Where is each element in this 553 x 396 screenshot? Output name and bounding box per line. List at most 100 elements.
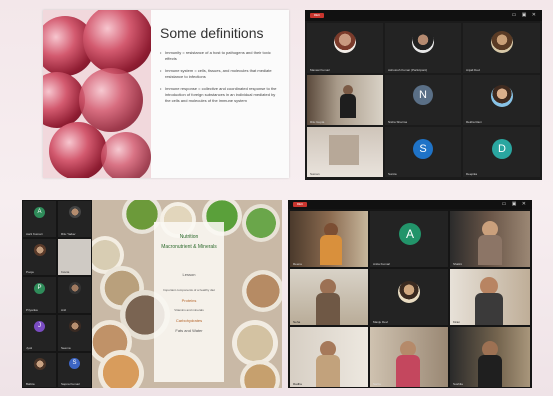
participant-tile[interactable]: S Sapna Kumari (58, 353, 91, 387)
participant-tile[interactable]: Manasi Kumari (307, 23, 383, 73)
participant-tile[interactable]: Babita (23, 353, 56, 387)
participant-name: Pooja (26, 270, 34, 274)
participant-video[interactable]: Kiran (450, 269, 530, 325)
avatar (34, 244, 46, 256)
participant-name: Manasi Kumari (310, 68, 331, 72)
participant-name: Ritu Gupta (310, 120, 325, 124)
avatar (69, 282, 81, 294)
participant-tile[interactable]: D Deepika (463, 127, 540, 177)
slide-label: Lesson (182, 272, 196, 277)
slide-line-3: Vitamins and minerals (174, 308, 204, 312)
participant-tile[interactable]: Ashutosh Kumar (Participant) (385, 23, 461, 73)
participant-tile[interactable]: Anjali Devi (463, 23, 540, 73)
participant-tile[interactable]: A Aarti Kumari (23, 201, 56, 237)
participant-name: Neha (293, 320, 301, 324)
participant-name: Babita (26, 382, 35, 386)
participant-tile[interactable]: Anil (58, 277, 91, 313)
participant-tile[interactable]: S Sunita (385, 127, 461, 177)
participant-name: Reena (293, 262, 302, 266)
participant-name: Anita Kumari (373, 262, 391, 266)
bullet-1: Immunity = resistance of a host to patho… (160, 50, 278, 62)
definitions-slide: Some definitions Immunity = resistance o… (43, 10, 289, 178)
participant-video[interactable]: Suman (307, 127, 383, 177)
slide-line-4: Carbohydrates (175, 318, 203, 323)
avatar-letter: N (413, 85, 433, 105)
participant-tile[interactable]: Manju Devi (370, 269, 448, 325)
slide-subheading: Macronutrient & Minerals (161, 244, 217, 250)
participant-name: Kiran (453, 320, 461, 324)
avatar-letter: D (492, 139, 512, 159)
participant-name: Sapna Kumari (61, 382, 81, 386)
bullet-3: Immune response = collective and coordin… (160, 86, 278, 104)
avatar (34, 358, 46, 370)
participant-name: Shalini (453, 262, 463, 266)
participant-video[interactable]: Shalini (450, 211, 530, 267)
participant-tile[interactable]: Seema (58, 315, 91, 351)
avatar (69, 206, 81, 218)
participant-video[interactable]: Kavita (58, 239, 91, 275)
slide-heading: Nutrition (179, 234, 199, 240)
participant-name: Jyoti (26, 346, 33, 350)
participant-video[interactable]: Sushila (450, 327, 530, 387)
participant-name: Seema (61, 346, 71, 350)
participant-tile[interactable]: Ritu Yadav (58, 201, 91, 237)
avatar-letter: A (34, 207, 45, 218)
avatar (491, 31, 513, 53)
avatar (69, 320, 81, 332)
participant-video[interactable]: Reena (290, 211, 368, 267)
avatar (412, 31, 434, 53)
slide-line-1: Important components of a healthy diet (163, 288, 215, 292)
avatar-letter: J (34, 321, 45, 332)
nutrition-slide: Nutrition Macronutrient & Minerals Lesso… (92, 200, 282, 388)
participant-name: Rekha Rani (466, 120, 482, 124)
window-controls[interactable]: ▭ ▣ ✕ (502, 201, 528, 207)
slide-line-5: Fats and Water (175, 328, 203, 333)
avatar (334, 31, 356, 53)
slide-line-2: Proteins (181, 298, 197, 303)
participant-name: Anil (61, 308, 67, 312)
window-controls[interactable]: ▭ ▣ ✕ (512, 12, 538, 18)
record-indicator[interactable]: REC (293, 202, 307, 207)
participant-name: Radha (293, 382, 302, 386)
slide-bullets: Immunity = resistance of a host to patho… (160, 50, 278, 110)
meeting-gallery-left: A Aarti Kumari Ritu Yadav Pooja Kavita P… (22, 200, 92, 388)
participant-name: Deepika (466, 172, 478, 176)
gallery-toolbar: REC ▭ ▣ ✕ (305, 10, 542, 21)
participant-name: Anjali Devi (466, 68, 481, 72)
participant-name: Sushila (453, 382, 463, 386)
record-indicator[interactable]: REC (310, 13, 324, 18)
participant-tile[interactable]: P Priyanka (23, 277, 56, 313)
participant-tile[interactable]: Rekha Rani (463, 75, 540, 125)
participant-tile[interactable]: Pooja (23, 239, 56, 275)
bullet-2: Immune system = cells, tissues, and mole… (160, 68, 278, 80)
participant-name: Ashutosh Kumar (Participant) (388, 68, 428, 72)
avatar-letter: A (399, 223, 421, 245)
participant-name: Suman (310, 172, 320, 176)
slide-text-card: Nutrition Macronutrient & Minerals Lesso… (154, 222, 224, 382)
participant-name: Nisha Sharma (388, 120, 408, 124)
participant-tile[interactable]: J Jyoti (23, 315, 56, 351)
avatar-letter: P (34, 283, 45, 294)
meeting-gallery-top: REC ▭ ▣ ✕ Manasi Kumari Ashutosh Kumar (… (305, 10, 542, 180)
avatar (491, 85, 513, 107)
meeting-gallery-bottom: REC ▭ ▣ ✕ Reena A Anita Kumari Shalini N… (288, 200, 532, 388)
participant-name: Ritu Yadav (61, 232, 76, 236)
participant-name: Sarita (373, 382, 381, 386)
participant-video[interactable]: Sarita (370, 327, 448, 387)
avatar-letter: S (69, 358, 80, 369)
avatar (398, 281, 420, 303)
participant-video[interactable]: Ritu Gupta (307, 75, 383, 125)
participant-name: Kavita (61, 270, 70, 274)
participant-name: Priyanka (26, 308, 38, 312)
participant-video[interactable]: Radha (290, 327, 368, 387)
participant-name: Aarti Kumari (26, 232, 43, 236)
slide-title: Some definitions (160, 25, 264, 41)
participant-tile[interactable]: A Anita Kumari (370, 211, 448, 267)
participant-video[interactable]: Neha (290, 269, 368, 325)
participant-name: Sunita (388, 172, 397, 176)
avatar-letter: S (413, 139, 433, 159)
participant-tile[interactable]: N Nisha Sharma (385, 75, 461, 125)
participant-name: Manju Devi (373, 320, 389, 324)
cell-image (43, 10, 151, 178)
gallery-toolbar: REC ▭ ▣ ✕ (288, 200, 532, 209)
